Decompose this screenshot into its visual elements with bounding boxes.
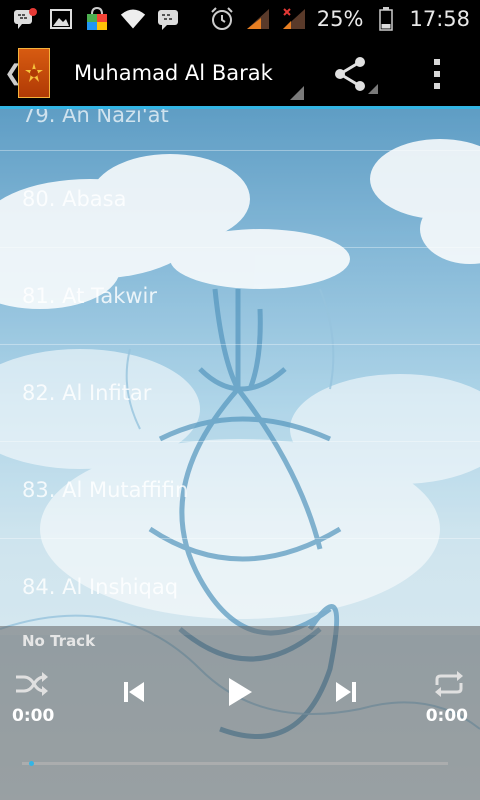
track-label: 80. Abasa [22, 187, 127, 211]
action-bar: ❮ Muhamad Al Barak [0, 38, 480, 108]
alarm-icon [209, 7, 235, 31]
app-title-text: Muhamad Al Barak [74, 61, 273, 85]
elapsed-time: 0:00 [12, 706, 55, 726]
bbm-notification-icon [12, 7, 38, 31]
overflow-menu-button[interactable] [420, 54, 454, 94]
track-label: 84. Al Inshiqaq [22, 575, 179, 599]
play-button[interactable] [220, 672, 260, 712]
dropdown-corner-icon [290, 86, 304, 100]
share-dropdown-corner-icon [368, 84, 378, 94]
back-chevron-icon[interactable]: ❮ [4, 61, 22, 86]
image-icon [48, 7, 74, 31]
previous-button[interactable] [118, 676, 150, 708]
track-label: 83. Al Mutaffifin [22, 478, 189, 502]
shuffle-icon [16, 672, 48, 696]
track-label: 82. Al Infitar [22, 381, 152, 405]
overflow-menu-icon [434, 59, 440, 65]
repeat-icon [435, 671, 463, 697]
list-item[interactable]: 84. Al Inshiqaq [0, 538, 480, 635]
battery-icon [373, 7, 399, 31]
seek-thumb[interactable] [29, 761, 34, 766]
list-item[interactable]: 80. Abasa [0, 150, 480, 247]
clock: 17:58 [409, 7, 470, 31]
play-icon [229, 678, 252, 706]
list-item[interactable]: 79. An Nazi'at [0, 109, 480, 150]
list-item[interactable]: 82. Al Infitar [0, 344, 480, 441]
shopping-bag-icon [84, 6, 110, 31]
status-bar: 25% 17:58 [0, 0, 480, 38]
now-playing-title: No Track [22, 632, 96, 650]
duration-time: 0:00 [425, 706, 468, 726]
app-title[interactable]: Muhamad Al Barak [74, 38, 304, 108]
list-item[interactable]: 81. At Takwir [0, 247, 480, 344]
repeat-button[interactable] [430, 668, 468, 700]
track-label: 79. An Nazi'at [22, 109, 169, 127]
next-icon [336, 682, 356, 702]
shuffle-button[interactable] [12, 668, 50, 700]
app-logo-icon[interactable] [18, 48, 50, 98]
seek-bar[interactable] [22, 762, 448, 765]
audio-player: No Track 0:00 0:00 [0, 626, 480, 800]
next-button[interactable] [330, 676, 362, 708]
share-button[interactable] [332, 54, 378, 94]
signal-icon [245, 7, 271, 31]
track-label: 81. At Takwir [22, 284, 158, 308]
bbm-icon [156, 7, 182, 31]
share-icon [335, 57, 365, 91]
signal-no-service-icon [281, 7, 307, 31]
list-item[interactable]: 83. Al Mutaffifin [0, 441, 480, 538]
battery-percent: 25% [316, 7, 364, 31]
previous-icon [124, 682, 144, 702]
wifi-icon [120, 7, 146, 31]
track-list: 79. An Nazi'at 80. Abasa 81. At Takwir 8… [0, 109, 480, 635]
